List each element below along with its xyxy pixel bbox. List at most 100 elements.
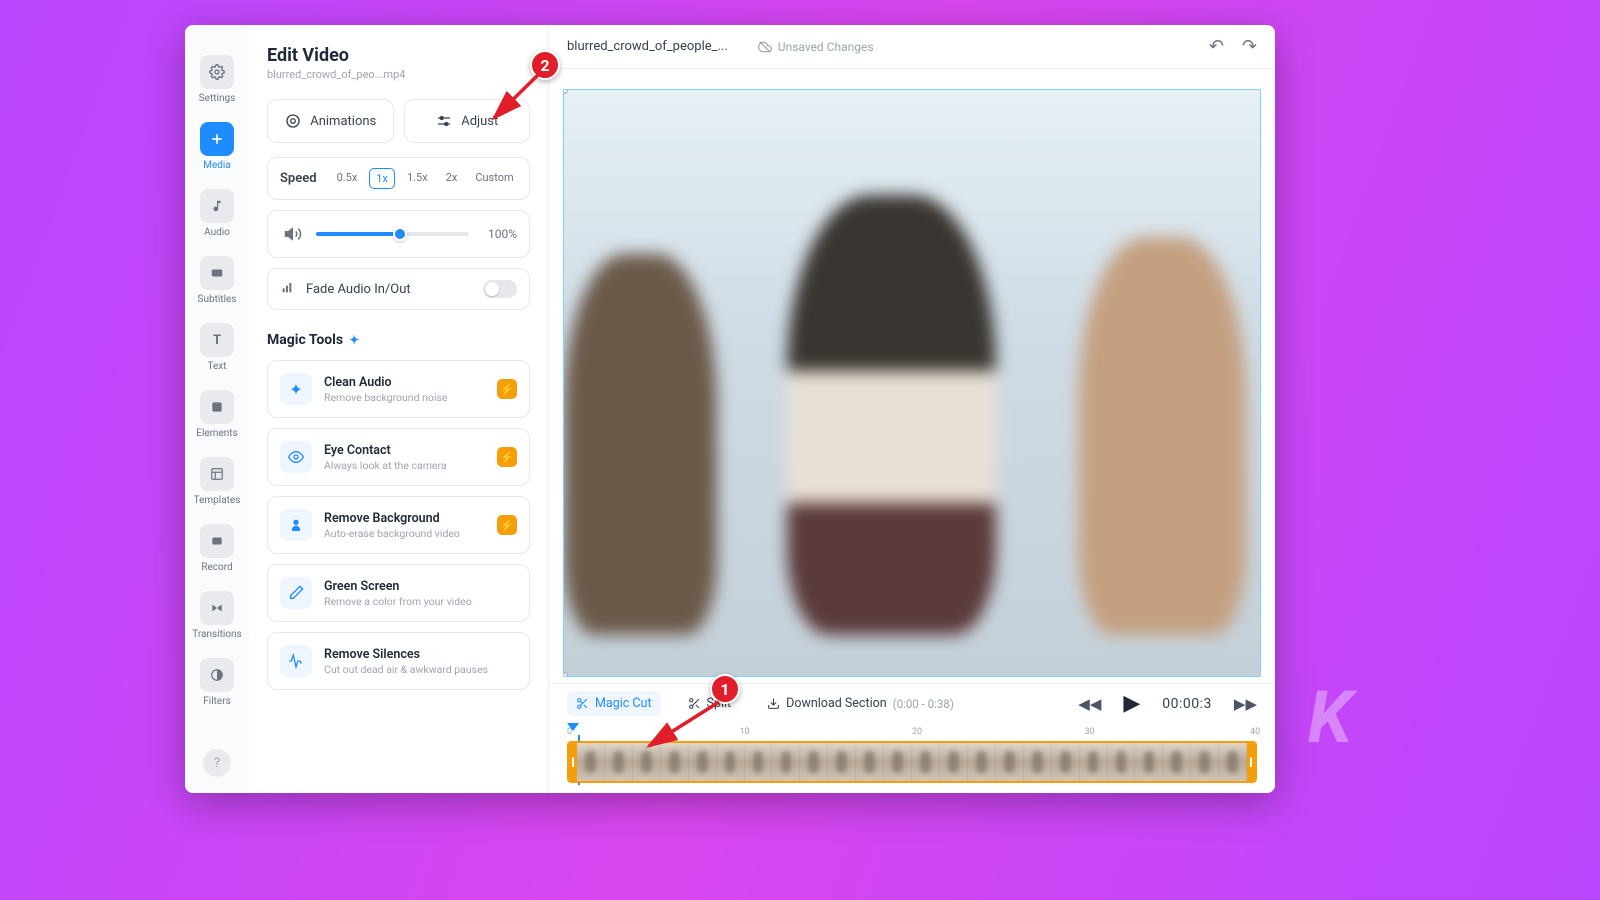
volume-control: 100% (267, 210, 530, 258)
scissors-icon (576, 697, 589, 710)
arrow-1 (637, 698, 727, 758)
subtitles-icon (200, 256, 234, 290)
sparkle-icon: ✦ (280, 373, 312, 405)
speed-1-5x[interactable]: 1.5x (401, 168, 434, 189)
playback-controls: ◀◀ ▶ 00:00:3 ▶▶ (1078, 691, 1257, 716)
templates-icon (200, 457, 234, 491)
download-section-button[interactable]: Download Section(0:00 - 0:38) (758, 691, 963, 716)
watermark: K (1308, 675, 1350, 760)
nav-filters[interactable]: Filters (200, 658, 234, 707)
nav-audio[interactable]: Audio (200, 189, 234, 238)
nav-label: Media (203, 160, 231, 171)
nav-label: Transitions (192, 629, 241, 640)
rewind-button[interactable]: ◀◀ (1078, 695, 1101, 713)
animations-tab[interactable]: Animations (267, 99, 394, 143)
nav-rail: Settings Media Audio Subtitles T Text El… (185, 25, 249, 793)
eye-icon (280, 441, 312, 473)
resize-handle[interactable] (563, 672, 568, 677)
nav-label: Settings (199, 93, 236, 104)
magic-eye-contact[interactable]: Eye Contact Always look at the camera ⚡ (267, 428, 530, 486)
download-icon (767, 697, 780, 710)
main-area: blurred_crowd_of_people_... Unsaved Chan… (549, 25, 1275, 793)
speed-control: Speed 0.5x 1x 1.5x 2x Custom (267, 157, 530, 200)
person-icon (280, 509, 312, 541)
bolt-icon: ⚡ (497, 447, 517, 467)
nav-settings[interactable]: Settings (199, 55, 236, 104)
magic-remove-background[interactable]: Remove Background Auto-erase background … (267, 496, 530, 554)
dropper-icon (280, 577, 312, 609)
slider-thumb[interactable] (393, 227, 407, 241)
magic-tools-title: Magic Tools ✦ (267, 332, 530, 348)
speed-custom[interactable]: Custom (469, 168, 519, 189)
nav-templates[interactable]: Templates (194, 457, 241, 506)
magic-desc: Remove background noise (324, 391, 485, 404)
help-button[interactable]: ? (203, 749, 231, 777)
magic-remove-silences[interactable]: Remove Silences Cut out dead air & awkwa… (267, 632, 530, 690)
resize-handle[interactable] (563, 89, 568, 94)
nav-label: Templates (194, 495, 241, 506)
nav-elements[interactable]: Elements (196, 390, 237, 439)
clip-handle-right[interactable] (1247, 743, 1255, 781)
magic-name: Remove Silences (324, 647, 517, 662)
adjust-icon (435, 112, 453, 130)
nav-transitions[interactable]: Transitions (192, 591, 241, 640)
filters-icon (200, 658, 234, 692)
plus-icon (200, 122, 234, 156)
transitions-icon (200, 591, 234, 625)
bolt-icon: ⚡ (497, 379, 517, 399)
magic-name: Green Screen (324, 579, 517, 594)
magic-name: Clean Audio (324, 375, 485, 390)
magic-desc: Cut out dead air & awkward pauses (324, 663, 517, 676)
fade-audio-control: Fade Audio In/Out (267, 268, 530, 310)
sparkle-icon: ✦ (349, 333, 359, 347)
redo-button[interactable]: ↷ (1242, 36, 1257, 57)
nav-record[interactable]: Record (200, 524, 234, 573)
speed-1x[interactable]: 1x (369, 168, 395, 189)
speed-2x[interactable]: 2x (440, 168, 464, 189)
nav-text[interactable]: T Text (200, 323, 234, 372)
speed-options: 0.5x 1x 1.5x 2x Custom (331, 168, 520, 189)
download-range: (0:00 - 0:38) (893, 697, 954, 711)
volume-value: 100% (479, 227, 517, 241)
cloud-off-icon (758, 40, 772, 54)
animations-icon (284, 112, 302, 130)
undo-redo: ↶ ↷ (1209, 36, 1257, 57)
audio-icon (200, 189, 234, 223)
fade-toggle[interactable] (483, 280, 517, 298)
nav-label: Subtitles (198, 294, 237, 305)
bolt-icon: ⚡ (497, 515, 517, 535)
magic-desc: Always look at the camera (324, 459, 485, 472)
magic-name: Remove Background (324, 511, 485, 526)
nav-subtitles[interactable]: Subtitles (198, 256, 237, 305)
fade-label: Fade Audio In/Out (306, 282, 411, 297)
filename: blurred_crowd_of_people_... (567, 39, 728, 54)
nav-media[interactable]: Media (200, 122, 234, 171)
magic-clean-audio[interactable]: ✦ Clean Audio Remove background noise ⚡ (267, 360, 530, 418)
wave-icon (280, 645, 312, 677)
magic-green-screen[interactable]: Green Screen Remove a color from your vi… (267, 564, 530, 622)
fade-icon (280, 279, 296, 299)
video-preview[interactable] (563, 89, 1261, 677)
magic-name: Eye Contact (324, 443, 485, 458)
nav-label: Filters (203, 696, 231, 707)
nav-label: Elements (196, 428, 237, 439)
undo-button[interactable]: ↶ (1209, 36, 1224, 57)
magic-desc: Auto-erase background video (324, 527, 485, 540)
speed-0-5x[interactable]: 0.5x (331, 168, 364, 189)
panel-title: Edit Video (267, 45, 530, 66)
magic-desc: Remove a color from your video (324, 595, 517, 608)
text-icon: T (200, 323, 234, 357)
preview-area (549, 69, 1275, 683)
forward-button[interactable]: ▶▶ (1234, 695, 1257, 713)
unsaved-status: Unsaved Changes (758, 40, 874, 54)
tab-label: Animations (310, 114, 376, 129)
volume-icon[interactable] (280, 221, 306, 247)
elements-icon (200, 390, 234, 424)
play-button[interactable]: ▶ (1123, 691, 1140, 716)
timecode: 00:00:3 (1162, 696, 1212, 712)
clip-handle-left[interactable] (569, 743, 577, 781)
nav-label: Audio (204, 227, 230, 238)
volume-slider[interactable] (316, 232, 469, 236)
nav-label: Record (201, 562, 232, 573)
gear-icon (200, 55, 234, 89)
